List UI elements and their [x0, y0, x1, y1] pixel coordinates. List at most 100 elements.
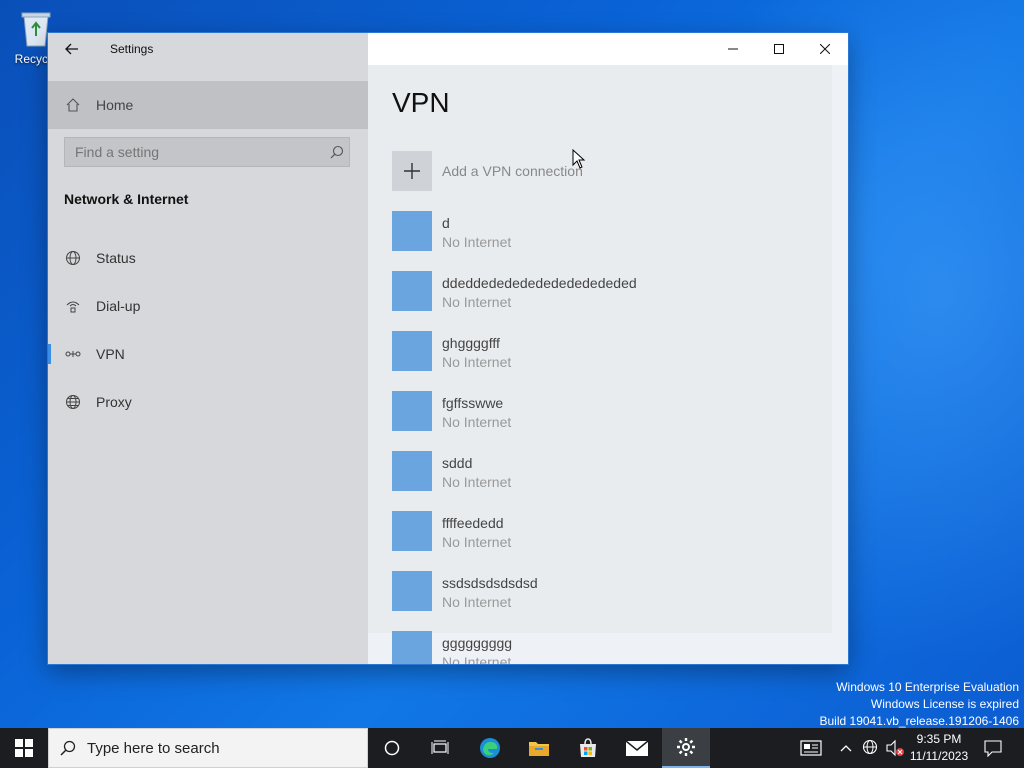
watermark-edition: Windows 10 Enterprise Evaluation [836, 680, 1019, 694]
taskbar-clock[interactable]: 9:35 PM 11/11/2023 [904, 731, 974, 765]
vpn-connection-item[interactable]: ggggggggg No Internet [392, 631, 832, 664]
network-globe-icon [862, 739, 878, 755]
vpn-connection-icon [392, 271, 432, 311]
vpn-connection-status: No Internet [442, 654, 512, 664]
sidebar-item-proxy[interactable]: Proxy [48, 382, 368, 422]
back-arrow-icon [65, 43, 78, 55]
settings-taskbar-button[interactable] [662, 728, 710, 768]
vpn-connection-icon [392, 631, 432, 664]
volume-muted-icon [886, 739, 904, 757]
start-button[interactable] [0, 728, 48, 768]
task-view-icon [431, 740, 449, 754]
network-tray-button[interactable] [860, 728, 882, 768]
home-icon [64, 97, 82, 113]
vpn-connection-status: No Internet [442, 534, 512, 550]
vpn-connection-item[interactable]: sddd No Internet [392, 451, 832, 511]
back-button[interactable] [58, 37, 86, 61]
cortana-button[interactable] [368, 728, 416, 768]
vpn-connection-item[interactable]: ddeddedededededededededed No Internet [392, 271, 832, 331]
sidebar-item-home[interactable]: Home [48, 85, 368, 125]
action-center-button[interactable] [978, 728, 1008, 768]
vpn-connection-name: ffffeededd [442, 515, 504, 531]
vpn-connection-status: No Internet [442, 354, 512, 370]
sidebar-item-label: VPN [96, 346, 125, 362]
vpn-connection-item[interactable]: ffffeededd No Internet [392, 511, 832, 571]
edge-icon [480, 738, 500, 758]
edge-button[interactable] [466, 728, 514, 768]
vpn-connection-name: fgffsswwe [442, 395, 504, 411]
search-input[interactable] [65, 143, 325, 161]
dial-up-icon [64, 298, 82, 314]
search-icon [325, 145, 349, 159]
store-icon [580, 738, 596, 757]
globe-status-icon [64, 250, 82, 266]
vpn-connection-status: No Internet [442, 414, 512, 430]
vpn-connection-status: No Internet [442, 474, 512, 490]
vpn-connection-name: ghggggfff [442, 335, 500, 351]
close-button[interactable] [802, 33, 848, 65]
section-heading: Network & Internet [64, 191, 189, 207]
vpn-icon [64, 346, 82, 362]
maximize-icon [774, 44, 784, 54]
minimize-button[interactable] [710, 33, 756, 65]
vpn-connection-name: ssdsdsdsdsdsd [442, 575, 538, 591]
volume-tray-button[interactable] [884, 728, 906, 768]
settings-window: Settings Home Network & Internet Status [48, 33, 848, 664]
sidebar-item-label: Home [96, 97, 134, 113]
watermark-license: Windows License is expired [870, 697, 1019, 711]
plus-icon [392, 151, 432, 191]
add-vpn-label: Add a VPN connection [442, 163, 583, 179]
mail-button[interactable] [613, 728, 661, 768]
vpn-connection-name: sddd [442, 455, 473, 471]
title-bar: Settings [48, 33, 848, 65]
file-explorer-icon [529, 742, 549, 756]
sidebar-item-vpn[interactable]: VPN [48, 334, 368, 374]
vpn-connection-icon [392, 211, 432, 251]
taskbar-search-box[interactable]: Type here to search [48, 728, 368, 768]
sidebar-item-label: Dial-up [96, 298, 141, 314]
vpn-connection-item[interactable]: ghggggfff No Internet [392, 331, 832, 391]
settings-search[interactable] [64, 137, 350, 167]
notification-icon [984, 740, 1002, 757]
add-vpn-connection-button[interactable]: Add a VPN connection [392, 151, 583, 191]
vpn-connection-icon [392, 451, 432, 491]
sidebar-item-status[interactable]: Status [48, 238, 368, 278]
show-hidden-icons-button[interactable] [836, 728, 856, 768]
activation-watermark: Windows 10 Enterprise Evaluation Windows… [820, 679, 1020, 730]
mouse-cursor-icon [572, 148, 586, 174]
vpn-connection-status: No Internet [442, 594, 512, 610]
globe-icon [64, 394, 82, 410]
search-icon [49, 740, 87, 756]
windows-logo-icon [15, 739, 33, 757]
news-widget-button[interactable] [796, 728, 826, 768]
vpn-connection-icon [392, 391, 432, 431]
window-title: Settings [110, 42, 154, 56]
maximize-button[interactable] [756, 33, 802, 65]
vpn-connection-item[interactable]: d No Internet [392, 211, 832, 271]
vpn-connection-status: No Internet [442, 294, 512, 310]
vpn-connection-list: d No Internet ddeddedededededededededed … [392, 211, 832, 664]
mail-icon [625, 740, 649, 756]
vpn-connection-item[interactable]: fgffsswwe No Internet [392, 391, 832, 451]
vpn-connection-icon [392, 331, 432, 371]
vpn-connection-item[interactable]: ssdsdsdsdsdsd No Internet [392, 571, 832, 631]
sidebar-item-dial-up[interactable]: Dial-up [48, 286, 368, 326]
vpn-connection-name: ddeddedededededededededed [442, 275, 637, 291]
vpn-connection-icon [392, 511, 432, 551]
vpn-connection-status: No Internet [442, 234, 512, 250]
news-icon [800, 740, 822, 756]
taskbar-search-placeholder: Type here to search [87, 739, 220, 757]
sidebar-item-label: Proxy [96, 394, 132, 410]
taskbar: Type here to search 9:35 PM 11/11/2023 [0, 728, 1024, 768]
settings-icon [677, 738, 695, 756]
sidebar-item-label: Status [96, 250, 136, 266]
cortana-icon [384, 740, 400, 756]
vpn-connection-name: ggggggggg [442, 635, 513, 651]
store-button[interactable] [564, 728, 612, 768]
file-explorer-button[interactable] [515, 728, 563, 768]
chevron-up-icon [840, 745, 852, 752]
close-icon [820, 44, 830, 54]
task-view-button[interactable] [416, 728, 464, 768]
vpn-connection-name: d [442, 215, 450, 231]
page-title: VPN [392, 87, 450, 118]
